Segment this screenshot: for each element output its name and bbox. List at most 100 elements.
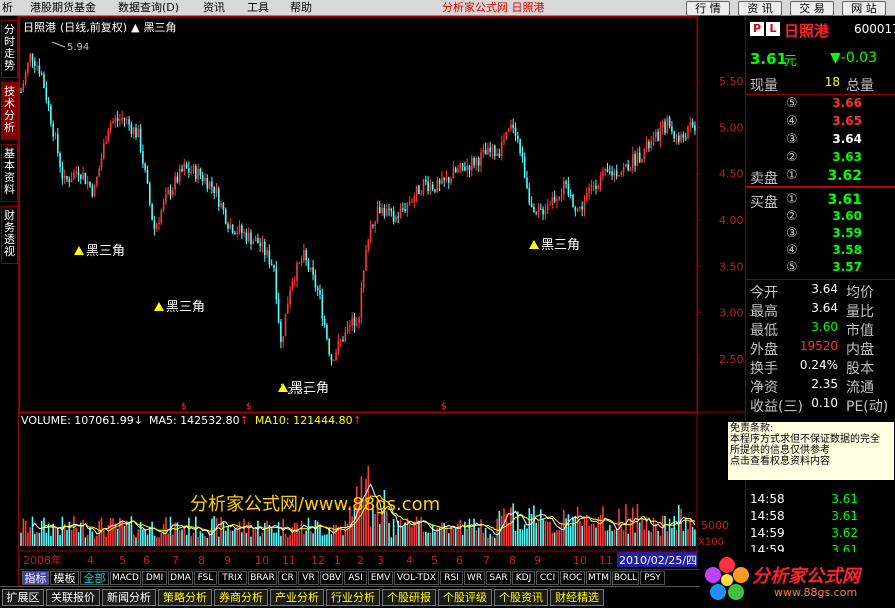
indicator-tab[interactable]: 指标 (22, 571, 49, 585)
ma5-up-arrow: ↑ (239, 414, 249, 427)
candle-body (178, 168, 181, 183)
candle-body (162, 202, 165, 211)
menu-item-data-query[interactable]: 数据查询(D) (118, 0, 179, 16)
volume-bar (636, 503, 639, 546)
indicator-tab[interactable]: VOL-TDX (394, 571, 439, 585)
menu-item-analysis[interactable]: 析 (2, 0, 13, 16)
volume-bar (553, 532, 556, 546)
volume-bar (565, 518, 567, 546)
disclaimer-line-3[interactable]: 点击查看权息资料内容 (730, 456, 892, 467)
volume-bar (682, 530, 685, 546)
indicator-tab[interactable]: 全部 (80, 571, 109, 585)
volume-bar (298, 530, 301, 546)
bottom-nav-item[interactable]: 券商分析 (214, 589, 268, 606)
volume-bar (615, 529, 618, 546)
indicator-tab[interactable]: MACD (110, 571, 141, 585)
bottom-nav-item[interactable]: 策略分析 (158, 589, 212, 606)
indicator-tab[interactable]: BOLL (612, 571, 639, 585)
indicator-tab[interactable]: BRAR (248, 571, 277, 585)
volume-bar (310, 531, 312, 546)
candle-body (471, 157, 473, 171)
x-axis-label: 6 (143, 554, 150, 567)
volume-bar (638, 522, 641, 546)
tab-financials[interactable]: 财务透视 (1, 206, 18, 264)
volume-bar (153, 535, 156, 546)
indicator-tab[interactable]: DMI (142, 571, 167, 585)
indicator-tab[interactable]: ASI (344, 571, 367, 585)
volume-bar (109, 518, 112, 546)
zongliang-label: 总量 (846, 78, 874, 94)
indicator-tab[interactable]: OBV (320, 571, 343, 585)
indicator-tab[interactable]: SAR (486, 571, 511, 585)
candle-body (429, 184, 432, 191)
volume-axis-unit: X100 (698, 537, 724, 548)
indicator-tab[interactable]: DMA (168, 571, 193, 585)
indicator-tab[interactable]: RSI (440, 571, 463, 585)
bottom-nav-item[interactable]: 新闻分析 (102, 589, 156, 606)
indicator-tab[interactable]: PSY (640, 571, 665, 585)
candle-body (507, 128, 510, 132)
indicator-tab[interactable]: MTM (586, 571, 611, 585)
candle-body (579, 206, 581, 209)
volume-bar (537, 521, 540, 546)
flower-logo-icon (705, 557, 749, 600)
volume-bar (307, 517, 310, 546)
indicator-tab[interactable]: CR (278, 571, 297, 585)
tab-intraday[interactable]: 分时走势 (1, 20, 18, 78)
quote-button[interactable]: 行 情 (686, 1, 730, 16)
candle-body (694, 125, 696, 131)
level-icon: ③ (786, 226, 798, 241)
stat-label-2: 股本 (846, 361, 874, 377)
level-icon: ① (786, 192, 798, 207)
volume-bar (583, 517, 586, 546)
dividend-marker[interactable]: $ (441, 402, 447, 412)
disclaimer-tooltip[interactable]: 免责条款: 本程序方式求但不保证数据的完全 所提供的信息仅供参考 点击查看权息资… (727, 421, 895, 481)
volume-bar (201, 533, 204, 546)
menu-item-hk-futures[interactable]: 港股期货基金 (30, 0, 96, 16)
bottom-nav-item[interactable]: 个股资讯 (494, 589, 548, 606)
sell-row: ⑤ 3.66 (746, 96, 895, 113)
volume-bar (689, 518, 692, 546)
candle-body (572, 194, 574, 208)
trade-button[interactable]: 交 易 (790, 1, 834, 16)
volume-bar (103, 530, 105, 546)
menu-item-help[interactable]: 帮助 (290, 0, 312, 16)
candle-body (381, 207, 383, 214)
indicator-tab[interactable]: FSL (194, 571, 217, 585)
candle-body (592, 185, 595, 187)
indicator-tab[interactable]: VR (298, 571, 319, 585)
bottom-nav-item[interactable]: 扩展区 (2, 589, 44, 606)
candle-body (22, 83, 25, 92)
menu-item-tools[interactable]: 工具 (247, 0, 269, 16)
bottom-nav-item[interactable]: 财经精选 (550, 589, 604, 606)
indicator-tab[interactable]: CCI (536, 571, 559, 585)
kline-chart[interactable]: 5.942.21黑三角黑三角黑三角黑三角$ $ $ 5.505.004.504.00… (19, 16, 745, 569)
website-button[interactable]: 网 站 (842, 1, 886, 16)
indicator-tab[interactable]: EMV (368, 571, 393, 585)
bottom-nav-item[interactable]: 关联报价 (46, 589, 100, 606)
indicator-tab[interactable]: ROC (560, 571, 585, 585)
candle-body (337, 340, 340, 353)
news-button[interactable]: 资 讯 (738, 1, 782, 16)
dividend-marker[interactable]: $ (181, 402, 187, 412)
volume-bar (491, 536, 494, 546)
indicator-tab[interactable]: TRIX (218, 571, 247, 585)
candle-body (510, 124, 512, 129)
chart-area[interactable]: 5.94 2.21 黑三角 黑三角 黑三角 黑三角 $ $ $ 5.50 5.00 4.50 4.00… (19, 16, 745, 569)
tab-fundamentals[interactable]: 基本资料 (1, 144, 18, 202)
candle-body (27, 62, 29, 73)
bottom-nav-item[interactable]: 个股研报 (382, 589, 436, 606)
tab-technical[interactable]: 技术分析 (1, 82, 18, 140)
indicator-tab[interactable]: KDJ (512, 571, 535, 585)
bottom-nav-item[interactable]: 产业分析 (270, 589, 324, 606)
dividend-marker[interactable]: $ (246, 402, 252, 412)
bottom-nav-item[interactable]: 个股评级 (438, 589, 492, 606)
volume-bar (579, 521, 581, 546)
menu-item-news[interactable]: 资讯 (203, 0, 225, 16)
indicator-tab[interactable]: 模板 (50, 571, 79, 585)
stat-row: 最高 3.64 量比 (746, 301, 895, 320)
bottom-nav-item[interactable]: 行业分析 (326, 589, 380, 606)
volume-bar (300, 521, 303, 546)
candle-body (560, 194, 563, 198)
indicator-tab[interactable]: WR (464, 571, 485, 585)
